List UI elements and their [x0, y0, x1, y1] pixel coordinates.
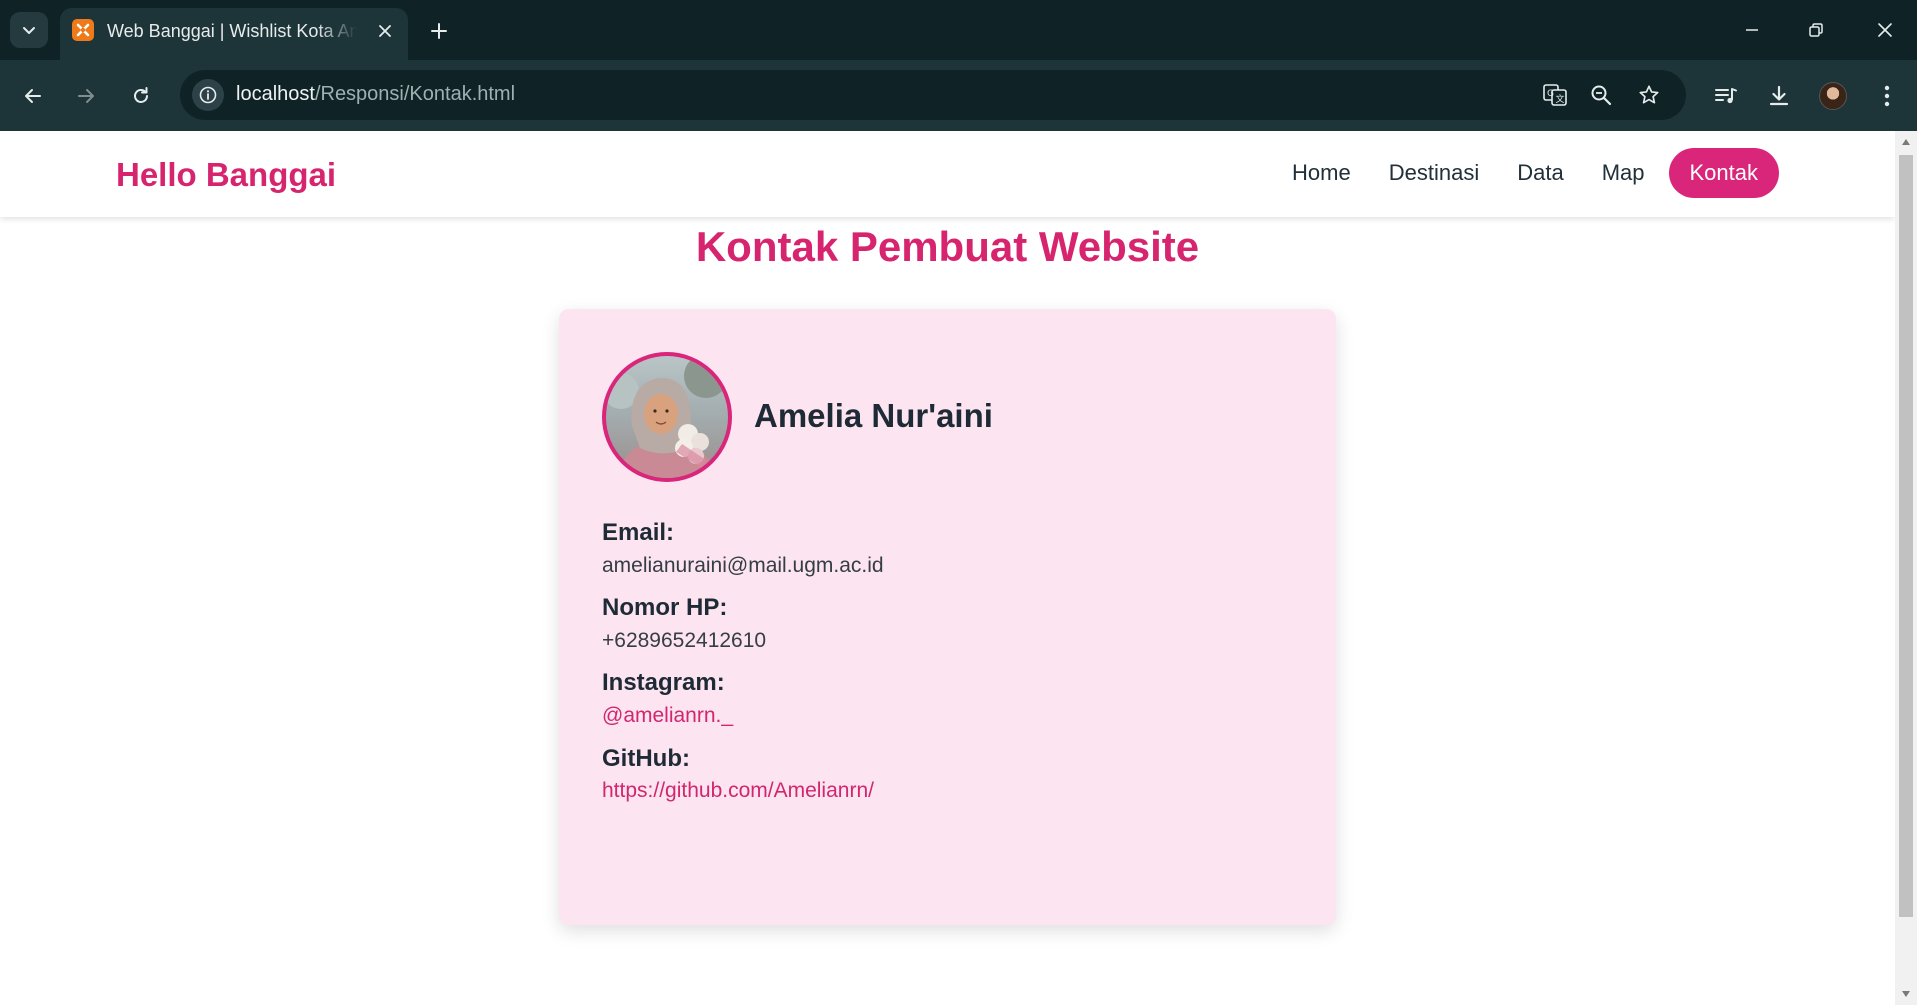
profile-button[interactable] — [1813, 76, 1853, 116]
nav-links: Home Destinasi Data Map Kontak — [1273, 148, 1779, 198]
url-host: localhost — [236, 83, 315, 105]
triangle-up-icon — [1902, 139, 1910, 145]
downloads-button[interactable] — [1759, 76, 1799, 116]
arrow-right-icon — [78, 89, 94, 103]
info-icon — [199, 86, 217, 104]
nav-link-kontak[interactable]: Kontak — [1668, 148, 1779, 198]
arrow-left-icon — [25, 89, 41, 103]
close-icon — [379, 25, 391, 37]
nav-link-map[interactable]: Map — [1583, 148, 1664, 198]
translate-button[interactable]: G文 — [1539, 79, 1571, 111]
svg-text:文: 文 — [1556, 93, 1565, 105]
zoom-button[interactable] — [1585, 79, 1617, 111]
close-window-button[interactable] — [1863, 10, 1907, 50]
close-icon — [1878, 23, 1892, 37]
bookmark-button[interactable] — [1633, 79, 1665, 111]
browser-tab-active[interactable]: Web Banggai | Wishlist Kota Amelia — [60, 8, 408, 60]
phone-label: Nomor HP: — [602, 594, 728, 621]
star-icon — [1639, 85, 1659, 104]
page-title: Kontak Pembuat Website — [695, 223, 1200, 270]
avatar — [1819, 82, 1847, 110]
plus-icon — [431, 23, 447, 39]
url-path: /Responsi/Kontak.html — [314, 83, 516, 105]
page-viewport: Hello Banggai Home Destinasi Data Map Ko… — [0, 131, 1917, 1005]
url-text[interactable]: localhost/Responsi/Kontak.html — [236, 83, 515, 106]
kebab-menu-icon — [1884, 85, 1890, 107]
nav-link-destinasi[interactable]: Destinasi — [1370, 148, 1498, 198]
back-button[interactable] — [13, 76, 53, 116]
restore-icon — [1809, 23, 1823, 37]
chevron-down-icon — [23, 27, 35, 34]
browser-tab-strip: Web Banggai | Wishlist Kota Amelia — [0, 0, 1917, 60]
triangle-down-icon — [1902, 991, 1910, 997]
email-label: Email: — [602, 519, 675, 546]
tab-search-button[interactable] — [10, 12, 48, 48]
browser-toolbar: localhost/Responsi/Kontak.html G文 — [0, 60, 1917, 131]
phone-value: +6289652412610 — [602, 629, 767, 652]
profile-photo — [602, 352, 732, 482]
scroll-thumb[interactable] — [1899, 155, 1913, 917]
zoom-out-icon — [1591, 85, 1612, 106]
nav-link-home[interactable]: Home — [1273, 148, 1370, 198]
tab-title: Web Banggai | Wishlist Kota Amelia — [107, 21, 357, 41]
github-link[interactable]: https://github.com/Amelianrn/ — [602, 779, 874, 802]
tab-close-button[interactable] — [372, 18, 398, 44]
contact-card: Amelia Nur'aini Email: amelianuraini@mai… — [559, 309, 1336, 925]
scroll-up-arrow[interactable] — [1900, 137, 1912, 147]
minimize-button[interactable] — [1730, 10, 1774, 50]
github-label: GitHub: — [602, 745, 690, 772]
browser-menu-button[interactable] — [1867, 76, 1907, 116]
new-tab-button[interactable] — [422, 14, 456, 48]
instagram-link[interactable]: @amelianrn._ — [602, 704, 733, 727]
download-icon — [1769, 85, 1789, 106]
reload-icon — [134, 87, 148, 103]
scroll-down-arrow[interactable] — [1900, 989, 1912, 999]
site-navbar: Hello Banggai Home Destinasi Data Map Ko… — [0, 131, 1895, 217]
forward-button[interactable] — [66, 76, 106, 116]
restore-button[interactable] — [1794, 10, 1838, 50]
email-value: amelianuraini@mail.ugm.ac.id — [602, 554, 884, 577]
svg-text:G: G — [1547, 89, 1554, 99]
reload-button[interactable] — [121, 76, 161, 116]
media-queue-icon — [1715, 88, 1737, 104]
site-brand[interactable]: Hello Banggai — [116, 156, 336, 194]
xampp-icon — [72, 19, 94, 41]
profile-name: Amelia Nur'aini — [754, 397, 993, 434]
page-scrollbar[interactable] — [1895, 131, 1917, 1005]
site-info-button[interactable] — [192, 79, 224, 111]
minimize-icon — [1746, 29, 1758, 31]
nav-link-data[interactable]: Data — [1498, 148, 1582, 198]
instagram-label: Instagram: — [602, 669, 725, 696]
media-control-button[interactable] — [1706, 76, 1746, 116]
address-bar[interactable]: localhost/Responsi/Kontak.html G文 — [180, 70, 1686, 120]
translate-icon: G文 — [1543, 84, 1567, 106]
